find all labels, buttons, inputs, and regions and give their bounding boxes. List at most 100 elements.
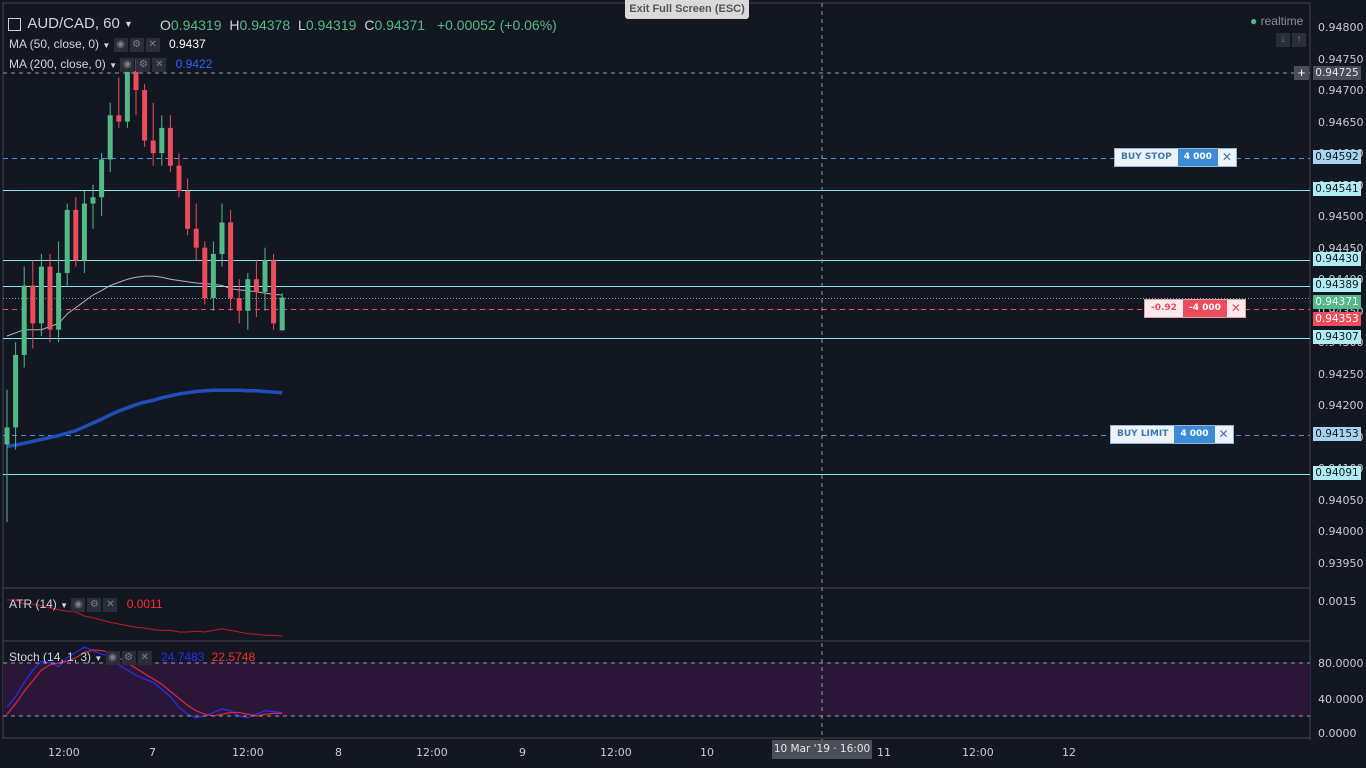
crosshair-time-label: 10 Mar '19 · 16:00 — [772, 740, 872, 759]
price-axis-label: 0.94650 — [1318, 115, 1364, 129]
candle-body — [167, 127, 173, 166]
candle-body — [159, 127, 165, 154]
candle-body — [133, 71, 139, 91]
eye-icon[interactable]: ◉ — [105, 650, 120, 665]
price-box: 0.94389 — [1313, 278, 1361, 292]
time-label: 12:00 — [232, 746, 264, 759]
chevron-down-icon[interactable]: ▼ — [124, 19, 133, 29]
gear-icon[interactable]: ⚙ — [136, 57, 151, 72]
stoch-axis-label: 0.0000 — [1318, 727, 1357, 740]
atr-axis-label: 0.0015 — [1318, 595, 1357, 608]
candle-body — [202, 247, 208, 299]
close-icon[interactable]: ✕ — [152, 57, 167, 72]
close-icon[interactable]: ✕ — [145, 37, 160, 52]
ma200-value: 0.9422 — [175, 57, 213, 71]
price-box: 0.94592 — [1313, 150, 1361, 164]
menu-icon[interactable] — [8, 17, 21, 31]
buy-limit-order[interactable]: BUY LIMIT 4 000 ✕ — [1110, 425, 1234, 444]
candle-body — [64, 209, 70, 273]
gear-icon[interactable]: ⚙ — [121, 650, 136, 665]
stoch-d-value: 22.5748 — [211, 650, 256, 664]
price-axis-label: 0.94750 — [1318, 52, 1364, 66]
candle-body — [271, 260, 277, 324]
ma50-label: MA (50, close, 0) — [9, 37, 100, 51]
order-type-label: BUY STOP — [1115, 149, 1178, 166]
atr-label: ATR (14) — [9, 597, 57, 611]
close-icon[interactable]: ✕ — [1214, 426, 1233, 443]
ma200-legend[interactable]: MA (200, close, 0) ▼ ◉ ⚙ ✕ 0.9422 — [9, 57, 212, 72]
price-box: 0.94430 — [1313, 252, 1361, 266]
price-axis-label: 0.94000 — [1318, 525, 1364, 538]
price-box: 0.94353 — [1313, 312, 1361, 326]
candle-body — [81, 203, 87, 261]
atr-value: 0.0011 — [126, 597, 163, 611]
eye-icon[interactable]: ◉ — [120, 57, 135, 72]
candle-body — [13, 354, 19, 428]
time-label: 12:00 — [416, 746, 448, 759]
exit-fullscreen-button[interactable]: Exit Full Screen (ESC) — [625, 0, 749, 19]
eye-icon[interactable]: ◉ — [71, 597, 86, 612]
ohlc-legend: O0.94319 H0.94378 L0.94319 C0.94371 +0.0… — [160, 17, 557, 33]
time-label: 12:00 — [962, 746, 994, 759]
stoch-band — [3, 662, 1310, 716]
gear-icon[interactable]: ⚙ — [87, 597, 102, 612]
change-value: +0.00052 (+0.06%) — [436, 17, 557, 33]
close-icon[interactable]: ✕ — [137, 650, 152, 665]
price-axis-label: 0.94700 — [1318, 84, 1364, 97]
price-axis-label: 0.93950 — [1318, 556, 1364, 570]
close-icon[interactable]: ✕ — [103, 597, 118, 612]
crosshair-plus-icon[interactable]: + — [1294, 66, 1309, 80]
chevron-down-icon[interactable]: ▼ — [102, 41, 110, 50]
candle-body — [56, 272, 62, 330]
time-label: 11 — [877, 746, 891, 759]
arrow-up-icon[interactable]: ↑ — [1292, 32, 1306, 47]
high-value: 0.94378 — [239, 17, 291, 33]
chevron-down-icon[interactable]: ▼ — [109, 61, 117, 70]
chevron-down-icon[interactable]: ▼ — [94, 654, 102, 663]
buy-stop-order[interactable]: BUY STOP 4 000 ✕ — [1114, 148, 1237, 167]
candle-body — [245, 279, 251, 311]
close-icon[interactable]: ✕ — [1217, 149, 1236, 166]
candle-body — [262, 260, 268, 292]
time-label: 8 — [335, 746, 342, 759]
price-box: 0.94371 — [1313, 295, 1361, 309]
atr-legend[interactable]: ATR (14) ▼ ◉ ⚙ ✕ 0.0011 — [9, 597, 163, 612]
candle-body — [47, 266, 53, 330]
ma50-value: 0.9437 — [169, 37, 206, 51]
candle-body — [236, 298, 242, 311]
low-value: 0.94319 — [305, 17, 357, 33]
candle-body — [30, 285, 36, 324]
arrow-down-icon[interactable]: ↓ — [1276, 32, 1290, 47]
price-box: 0.94725 — [1313, 66, 1361, 80]
realtime-label: realtime — [1260, 14, 1304, 28]
position-order[interactable]: -0.92 -4 000 ✕ — [1144, 299, 1246, 318]
price-axis-label: 0.94500 — [1318, 210, 1364, 223]
close-label: C — [364, 17, 375, 33]
candle-body — [99, 159, 105, 198]
symbol-legend[interactable]: AUD/CAD, 60 ▼ — [8, 15, 133, 32]
close-icon[interactable]: ✕ — [1226, 300, 1245, 317]
candle-body — [38, 266, 44, 324]
stoch-legend[interactable]: Stoch (14, 1, 3) ▼ ◉ ⚙ ✕ 24.7483 22.5748 — [9, 650, 255, 665]
candle-body — [176, 165, 182, 191]
order-qty-label[interactable]: 4 000 — [1174, 426, 1215, 443]
time-label: 7 — [149, 746, 156, 759]
chevron-down-icon[interactable]: ▼ — [60, 601, 68, 610]
eye-icon[interactable]: ◉ — [113, 37, 128, 52]
time-label: 12:00 — [600, 746, 632, 759]
candle-body — [90, 197, 96, 204]
open-value: 0.94319 — [170, 17, 222, 33]
stoch-axis-label: 40.0000 — [1318, 693, 1364, 706]
order-qty-label[interactable]: 4 000 — [1177, 149, 1218, 166]
price-axis-label: 0.94250 — [1318, 367, 1364, 381]
position-qty-label[interactable]: -4 000 — [1182, 300, 1227, 317]
time-label: 12:00 — [48, 746, 80, 759]
candle-body — [193, 228, 199, 248]
candle-body — [219, 222, 225, 255]
ma50-legend[interactable]: MA (50, close, 0) ▼ ◉ ⚙ ✕ 0.9437 — [9, 37, 206, 52]
candle-body — [150, 140, 156, 154]
gear-icon[interactable]: ⚙ — [129, 37, 144, 52]
ma200-label: MA (200, close, 0) — [9, 57, 106, 71]
stoch-label: Stoch (14, 1, 3) — [9, 650, 92, 664]
candle-body — [21, 285, 27, 355]
